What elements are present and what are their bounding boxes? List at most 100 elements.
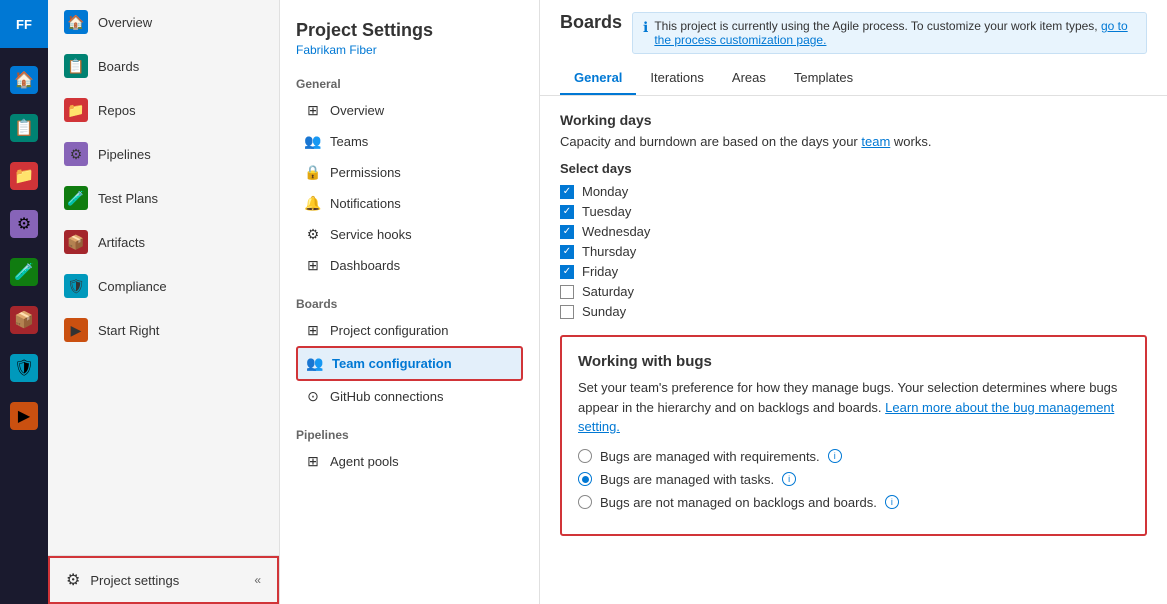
middle-title: Project Settings [296,20,523,41]
sidebar-item-test-plans[interactable]: 🧪 Test Plans [48,176,279,220]
middle-subtitle: Fabrikam Fiber [296,43,523,57]
thursday-checkbox[interactable] [560,245,574,259]
compliance-nav-icon: 🛡 [64,274,88,298]
sidebar-compliance-label: Compliance [98,279,167,294]
menu-project-config-label: Project configuration [330,323,449,338]
nav-item-boards[interactable]: 📋 [0,104,48,152]
sidebar-bottom: ⚙ Project settings « [48,555,279,604]
info-icon: ℹ [643,19,648,36]
test-plans-icon: 🧪 [10,258,38,286]
bugs-option-requirements: Bugs are managed with requirements. i [578,449,1129,464]
bugs-option-tasks: Bugs are managed with tasks. i [578,472,1129,487]
sunday-checkbox[interactable] [560,305,574,319]
boards-nav-icon: 📋 [64,54,88,78]
general-section-label: General [296,77,523,91]
app-logo[interactable]: FF [0,0,48,48]
menu-project-configuration[interactable]: ⊞ Project configuration [296,315,523,346]
team-config-menu-icon: 👥 [306,355,324,372]
friday-checkbox[interactable] [560,265,574,279]
nav-item-pipelines[interactable]: ⚙ [0,200,48,248]
day-wednesday: Wednesday [560,224,1147,239]
radio-requirements[interactable] [578,449,592,463]
menu-notifications[interactable]: 🔔 Notifications [296,188,523,219]
requirements-info-icon[interactable]: i [828,449,842,463]
repos-nav-icon: 📁 [64,98,88,122]
team-link[interactable]: team [861,134,890,149]
main-header: Boards ℹ This project is currently using… [540,0,1167,96]
sidebar-item-boards[interactable]: 📋 Boards [48,44,279,88]
info-banner: ℹ This project is currently using the Ag… [632,12,1147,54]
pipelines-section-label: Pipelines [296,428,523,442]
test-plans-nav-icon: 🧪 [64,186,88,210]
sidebar: 🏠 Overview 📋 Boards 📁 Repos ⚙ Pipelines … [48,0,280,604]
sidebar-item-repos[interactable]: 📁 Repos [48,88,279,132]
left-navigation: FF 🏠 📋 📁 ⚙ 🧪 📦 🛡 ▶ [0,0,48,604]
main-body: Working days Capacity and burndown are b… [540,96,1167,604]
sidebar-pipelines-label: Pipelines [98,147,151,162]
tab-general[interactable]: General [560,62,636,95]
notifications-menu-icon: 🔔 [304,195,322,212]
boards-section: Boards ⊞ Project configuration 👥 Team co… [280,285,539,416]
select-days-label: Select days [560,161,1147,176]
tab-iterations[interactable]: Iterations [636,62,717,95]
service-hooks-menu-icon: ⚙ [304,226,322,243]
tasks-info-icon[interactable]: i [782,472,796,486]
nav-item-compliance[interactable]: 🛡 [0,344,48,392]
sidebar-repos-label: Repos [98,103,136,118]
dashboards-menu-icon: ⊞ [304,257,322,274]
pipelines-section: Pipelines ⊞ Agent pools [280,416,539,481]
radio-not-managed[interactable] [578,495,592,509]
menu-github-label: GitHub connections [330,389,443,404]
menu-overview-label: Overview [330,103,384,118]
menu-teams[interactable]: 👥 Teams [296,126,523,157]
main-title: Boards [560,12,622,33]
boards-section-label: Boards [296,297,523,311]
tuesday-checkbox[interactable] [560,205,574,219]
nav-item-start-right[interactable]: ▶ [0,392,48,440]
sidebar-item-overview[interactable]: 🏠 Overview [48,0,279,44]
menu-agent-pools[interactable]: ⊞ Agent pools [296,446,523,477]
radio-tasks[interactable] [578,472,592,486]
menu-service-hooks[interactable]: ⚙ Service hooks [296,219,523,250]
nav-item-artifacts[interactable]: 📦 [0,296,48,344]
menu-dashboards-label: Dashboards [330,258,400,273]
middle-panel: Project Settings Fabrikam Fiber General … [280,0,540,604]
project-settings-item[interactable]: ⚙ Project settings « [48,556,279,604]
menu-permissions[interactable]: 🔒 Permissions [296,157,523,188]
menu-github-connections[interactable]: ⊙ GitHub connections [296,381,523,412]
sidebar-item-artifacts[interactable]: 📦 Artifacts [48,220,279,264]
overview-icon: 🏠 [10,66,38,94]
project-settings-label: Project settings [90,573,179,588]
nav-item-overview[interactable]: 🏠 [0,56,48,104]
saturday-checkbox[interactable] [560,285,574,299]
day-saturday: Saturday [560,284,1147,299]
working-days-desc: Capacity and burndown are based on the d… [560,134,1147,149]
bugs-section-title: Working with bugs [578,353,1129,370]
working-with-bugs-section: Working with bugs Set your team's prefer… [560,335,1147,536]
sidebar-boards-label: Boards [98,59,139,74]
monday-checkbox[interactable] [560,185,574,199]
tab-areas[interactable]: Areas [718,62,780,95]
sidebar-item-compliance[interactable]: 🛡 Compliance [48,264,279,308]
info-banner-text: This project is currently using the Agil… [654,19,1136,47]
menu-team-configuration[interactable]: 👥 Team configuration [296,346,523,381]
compliance-icon: 🛡 [10,354,38,382]
repos-icon: 📁 [10,162,38,190]
sidebar-item-pipelines[interactable]: ⚙ Pipelines [48,132,279,176]
main-header-top: Boards ℹ This project is currently using… [560,12,1147,54]
menu-dashboards[interactable]: ⊞ Dashboards [296,250,523,281]
not-managed-info-icon[interactable]: i [885,495,899,509]
github-menu-icon: ⊙ [304,388,322,405]
sidebar-test-plans-label: Test Plans [98,191,158,206]
boards-icon: 📋 [10,114,38,142]
menu-overview[interactable]: ⊞ Overview [296,95,523,126]
nav-item-test-plans[interactable]: 🧪 [0,248,48,296]
middle-header: Project Settings Fabrikam Fiber [280,0,539,65]
wednesday-checkbox[interactable] [560,225,574,239]
menu-agent-pools-label: Agent pools [330,454,399,469]
sidebar-item-start-right[interactable]: ▶ Start Right [48,308,279,352]
nav-item-repos[interactable]: 📁 [0,152,48,200]
menu-service-hooks-label: Service hooks [330,227,412,242]
tab-templates[interactable]: Templates [780,62,867,95]
sidebar-overview-label: Overview [98,15,152,30]
